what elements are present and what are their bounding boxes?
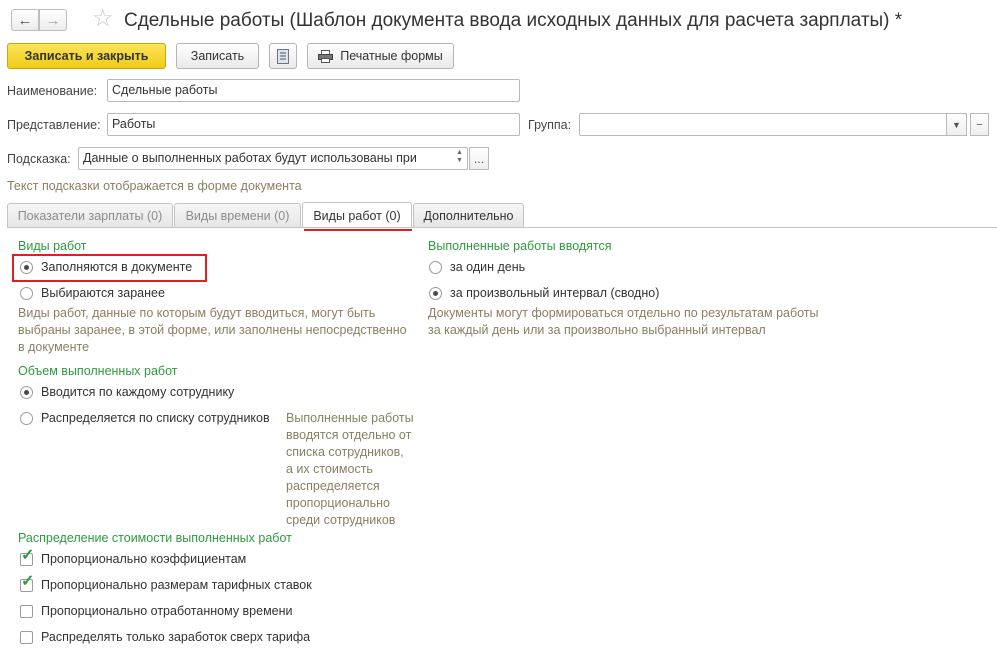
back-button[interactable]: ←	[11, 9, 39, 31]
spin-down-icon: ▼	[456, 157, 463, 164]
tab-salary-indicators[interactable]: Показатели зарплаты (0)	[7, 203, 173, 227]
radio-work-types-preselected[interactable]: Выбираются заранее	[20, 286, 165, 300]
save-button[interactable]: Записать	[176, 43, 259, 69]
radio-label: за произвольный интервал (сводно)	[450, 286, 660, 300]
checkbox-label: Распределять только заработок сверх тари…	[41, 630, 311, 644]
checkbox-tariff-rates[interactable]: ✓ Пропорционально размерам тарифных став…	[20, 572, 312, 592]
tab-additional[interactable]: Дополнительно	[413, 203, 524, 227]
radio-label: за один день	[450, 260, 526, 274]
radio-label: Распределяется по списку сотрудников	[41, 411, 270, 425]
description-line: Документы могут формироваться отдельно п…	[428, 306, 819, 320]
description-line: среди сотрудников	[286, 513, 396, 527]
checkbox-coefficients[interactable]: ✓ Пропорционально коэффициентам	[20, 546, 247, 566]
name-input[interactable]: Сдельные работы	[107, 79, 520, 102]
representation-input[interactable]: Работы	[107, 113, 520, 136]
checkbox-worked-time[interactable]: Пропорционально отработанному времени	[20, 604, 293, 618]
print-forms-button[interactable]: Печатные формы	[307, 43, 454, 69]
tab-divider	[7, 227, 997, 228]
highlight-frame	[12, 254, 207, 282]
radio-empty-icon	[429, 260, 442, 274]
description-line: в документе	[18, 340, 90, 354]
hint-label: Подсказка:	[7, 152, 71, 166]
arrow-left-icon: ←	[17, 11, 33, 29]
radio-selected-icon	[429, 286, 442, 300]
active-tab-highlight	[304, 229, 412, 231]
radio-one-day[interactable]: за один день	[429, 260, 525, 274]
window-title: Сдельные работы (Шаблон документа ввода …	[124, 10, 903, 31]
group-dropdown-button[interactable]: ▼	[946, 113, 967, 136]
description-line: Виды работ, данные по которым будут ввод…	[18, 306, 376, 320]
hint-spin-control[interactable]: ▲ ▼	[456, 149, 463, 165]
radio-each-employee[interactable]: Вводится по каждому сотруднику	[20, 385, 234, 399]
description-line: а их стоимость	[286, 462, 373, 476]
volume-title: Объем выполненных работ	[18, 364, 178, 378]
radio-empty-icon	[20, 286, 33, 300]
representation-label: Представление:	[7, 118, 101, 132]
checkbox-checked-icon: ✓	[20, 546, 35, 566]
print-forms-label: Печатные формы	[340, 49, 443, 63]
radio-selected-icon	[20, 385, 33, 399]
radio-label: Вводится по каждому сотруднику	[41, 385, 235, 399]
group-input[interactable]	[579, 113, 947, 136]
arrow-right-icon: →	[45, 11, 61, 29]
checkbox-label: Пропорционально отработанному времени	[41, 604, 293, 618]
description-line: Выполненные работы	[286, 411, 414, 425]
checkbox-empty-icon	[20, 630, 33, 644]
hint-input[interactable]: Данные о выполненных работах будут испол…	[78, 147, 468, 170]
radio-empty-icon	[20, 411, 33, 425]
description-line: пропорционально	[286, 496, 390, 510]
work-types-title: Виды работ	[18, 239, 87, 253]
ellipsis-icon: ...	[473, 151, 484, 166]
hint-open-button[interactable]: ...	[469, 147, 489, 170]
entry-mode-description: Документы могут формироваться отдельно п…	[428, 305, 848, 339]
description-line: выбраны заранее, в этой форме, или запол…	[18, 323, 407, 337]
hint-note: Текст подсказки отображается в форме док…	[7, 179, 302, 193]
forward-button[interactable]: →	[39, 9, 67, 31]
spin-up-icon: ▲	[456, 149, 463, 156]
work-types-description: Виды работ, данные по которым будут ввод…	[18, 305, 428, 356]
favorite-star-icon[interactable]: ☆	[92, 7, 114, 31]
checkbox-empty-icon	[20, 604, 33, 618]
tab-work-types[interactable]: Виды работ (0)	[302, 202, 412, 228]
checkbox-label: Пропорционально размерам тарифных ставок	[41, 578, 312, 592]
dropdown-arrow-icon: ▼	[952, 119, 961, 130]
volume-description: Выполненные работы вводятся отдельно от …	[286, 410, 426, 529]
checkbox-label: Пропорционально коэффициентам	[41, 552, 247, 566]
checkbox-above-tariff[interactable]: Распределять только заработок сверх тари…	[20, 630, 310, 644]
radio-label: Выбираются заранее	[41, 286, 165, 300]
description-line: списка сотрудников,	[286, 445, 404, 459]
document-list-button[interactable]	[269, 43, 297, 69]
name-label: Наименование:	[7, 84, 98, 98]
group-label: Группа:	[528, 118, 572, 132]
printer-icon	[318, 49, 334, 63]
save-and-close-button[interactable]: Записать и закрыть	[7, 43, 166, 69]
description-line: за каждый день или за произвольно выбран…	[428, 323, 766, 337]
radio-arbitrary-interval[interactable]: за произвольный интервал (сводно)	[429, 286, 659, 300]
description-line: вводятся отдельно от	[286, 428, 412, 442]
distribution-title: Распределение стоимости выполненных рабо…	[18, 531, 292, 545]
entry-mode-title: Выполненные работы вводятся	[428, 239, 612, 253]
tab-time-types[interactable]: Виды времени (0)	[174, 203, 301, 227]
description-line: распределяется	[286, 479, 380, 493]
radio-distribute-list[interactable]: Распределяется по списку сотрудников	[20, 411, 270, 425]
group-clear-button[interactable]: −	[970, 113, 989, 136]
document-list-icon	[277, 48, 289, 64]
clear-icon: −	[976, 118, 983, 131]
checkbox-checked-icon: ✓	[20, 572, 35, 592]
